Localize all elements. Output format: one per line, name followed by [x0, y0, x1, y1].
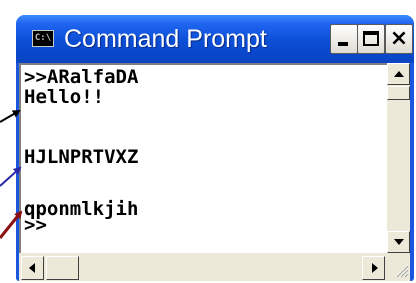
console-output[interactable]: >>ARalfaDA Hello!! HJLNPRTVXZ qponmlkjih… — [19, 63, 387, 253]
scroll-up-arrow-icon — [394, 71, 404, 77]
resize-grip-icon — [395, 264, 409, 278]
console-line: HJLNPRTVXZ — [24, 146, 139, 168]
close-button[interactable]: × — [385, 24, 413, 54]
scroll-left-button[interactable] — [21, 256, 44, 280]
window-title: Command Prompt — [64, 25, 267, 53]
console-app-icon[interactable]: C:\ — [32, 30, 54, 47]
maximize-icon — [363, 31, 379, 46]
stage: C:\ Command Prompt × >>ARalfaDA Hello!! … — [0, 0, 416, 283]
console-line: >> — [24, 214, 47, 236]
console-line: Hello!! — [24, 86, 105, 108]
scroll-down-button[interactable] — [387, 231, 410, 253]
title-bar[interactable]: C:\ Command Prompt × — [16, 15, 414, 63]
vertical-scrollbar[interactable] — [387, 63, 410, 253]
maximize-button[interactable] — [357, 24, 385, 54]
scroll-left-arrow-icon — [29, 263, 35, 273]
horizontal-scrollbar[interactable] — [19, 253, 387, 281]
command-prompt-window: C:\ Command Prompt × >>ARalfaDA Hello!! … — [16, 15, 414, 281]
minimize-icon — [338, 42, 348, 46]
minimize-button[interactable] — [330, 24, 358, 54]
resize-grip[interactable] — [387, 253, 410, 281]
scroll-up-button[interactable] — [387, 63, 410, 85]
vertical-scroll-thumb[interactable] — [387, 86, 410, 100]
console-line: >>ARalfaDA — [24, 66, 139, 88]
scroll-down-arrow-icon — [394, 239, 404, 245]
scroll-right-arrow-icon — [372, 263, 378, 273]
window-client-area: >>ARalfaDA Hello!! HJLNPRTVXZ qponmlkjih… — [19, 63, 410, 281]
close-icon: × — [389, 26, 409, 51]
horizontal-scroll-thumb[interactable] — [46, 256, 79, 280]
scroll-right-button[interactable] — [362, 256, 385, 280]
